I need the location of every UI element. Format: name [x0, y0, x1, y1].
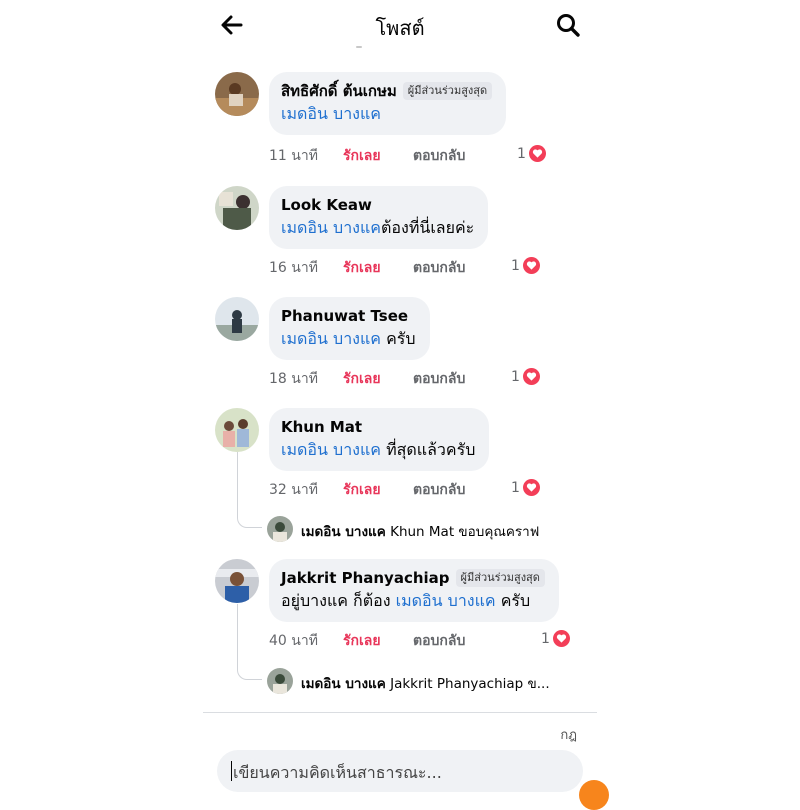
comment-bubble[interactable]: สิทธิศักดิ์ ต้นเกษม ผู้มีส่วนร่วมสูงสุด เ…	[269, 72, 507, 135]
like-button[interactable]: รักเลย	[343, 630, 413, 652]
like-button[interactable]: รักเลย	[343, 145, 413, 167]
reply-author[interactable]: เมดอิน บางแค	[301, 524, 386, 540]
comment-text: ที่สุดแล้วครับ	[381, 440, 476, 459]
comment-author[interactable]: Look Keaw	[281, 196, 372, 214]
reaction-count[interactable]: 1	[511, 479, 540, 496]
avatar[interactable]	[215, 297, 259, 341]
avatar	[267, 668, 293, 694]
comment-input[interactable]: เขียนความคิดเห็นสาธารณะ...	[217, 750, 583, 792]
avatar[interactable]	[215, 408, 259, 452]
rules-label[interactable]: กฎ	[560, 724, 577, 745]
page-title: โพสต์	[375, 16, 425, 40]
reaction-count[interactable]: 1	[517, 145, 546, 162]
reply-author[interactable]: เมดอิน บางแค	[301, 676, 386, 692]
reply-thread-line	[237, 604, 262, 680]
heart-icon	[522, 479, 540, 496]
top-fan-badge: ผู้มีส่วนร่วมสูงสุด	[455, 569, 545, 587]
comment-actions: 11 นาที รักเลย ตอบกลับ	[269, 145, 465, 167]
mention-link[interactable]: เมดอิน บางแค	[281, 104, 381, 123]
floating-action-icon[interactable]	[579, 780, 609, 810]
comment-time: 11 นาที	[269, 148, 318, 164]
avatar[interactable]	[215, 72, 259, 116]
reply-button[interactable]: ตอบกลับ	[413, 145, 465, 167]
heart-icon	[528, 145, 546, 162]
comment-text: ต้องที่นี่เลยค่ะ	[381, 218, 475, 237]
comment-bubble[interactable]: Look Keaw เมดอิน บางแคต้องที่นี่เลยค่ะ	[269, 186, 489, 249]
avatar	[267, 516, 293, 542]
reaction-count[interactable]: 1	[541, 630, 570, 647]
comment-time: 16 นาที	[269, 260, 318, 276]
mention-link[interactable]: เมดอิน บางแค	[281, 440, 381, 459]
reply-button[interactable]: ตอบกลับ	[413, 368, 465, 390]
reply-text: Khun Mat ขอบคุณคราฟ	[390, 524, 540, 540]
comment-author[interactable]: Khun Mat	[281, 418, 362, 436]
reply-button[interactable]: ตอบกลับ	[413, 479, 465, 501]
post-screen: โพสต์ สิทธิศักดิ์ ต้นเกษมผู้มีส่วนร่วมสู…	[203, 0, 609, 810]
reply-button[interactable]: ตอบกลับ	[413, 630, 465, 652]
comment-actions: 18 นาที รักเลย ตอบกลับ	[269, 368, 465, 390]
comment-text: ครับ	[381, 329, 416, 348]
top-bar: โพสต์	[203, 0, 597, 50]
comment-author[interactable]: Phanuwat Tsee	[281, 307, 408, 325]
heart-icon	[552, 630, 570, 647]
text-caret	[231, 761, 232, 781]
comment-author[interactable]: สิทธิศักดิ์ ต้นเกษม	[281, 82, 397, 100]
heart-icon	[522, 257, 540, 274]
comment-time: 40 นาที	[269, 633, 318, 649]
reply-button[interactable]: ตอบกลับ	[413, 257, 465, 279]
comment-time: 32 นาที	[269, 482, 318, 498]
mention-link[interactable]: เมดอิน บางแค	[281, 329, 381, 348]
comment-bubble[interactable]: Khun Mat เมดอิน บางแค ที่สุดแล้วครับ	[269, 408, 490, 471]
comment-actions: 32 นาที รักเลย ตอบกลับ	[269, 479, 465, 501]
avatar[interactable]	[215, 559, 259, 603]
avatar[interactable]	[215, 186, 259, 230]
scroll-indicator	[356, 46, 362, 48]
comment-author[interactable]: Jakkrit Phanyachiap	[281, 569, 450, 587]
mention-link[interactable]: เมดอิน บางแค	[281, 218, 381, 237]
comment-time: 18 นาที	[269, 371, 318, 387]
like-button[interactable]: รักเลย	[343, 368, 413, 390]
comment-bubble[interactable]: Phanuwat Tsee เมดอิน บางแค ครับ	[269, 297, 430, 360]
heart-icon	[522, 368, 540, 385]
comment-actions: 16 นาที รักเลย ตอบกลับ	[269, 257, 465, 279]
comment-bubble[interactable]: Jakkrit Phanyachiap ผู้มีส่วนร่วมสูงสุด อ…	[269, 559, 559, 622]
reaction-count[interactable]: 1	[511, 368, 540, 385]
comment-actions: 40 นาที รักเลย ตอบกลับ	[269, 630, 465, 652]
reaction-count[interactable]: 1	[511, 257, 540, 274]
composer-divider	[203, 712, 597, 713]
reply-text: Jakkrit Phanyachiap ข...	[390, 676, 550, 692]
search-icon[interactable]	[553, 10, 583, 40]
reply-thread-line	[237, 452, 262, 528]
like-button[interactable]: รักเลย	[343, 479, 413, 501]
mention-link[interactable]: เมดอิน บางแค	[396, 591, 496, 610]
like-button[interactable]: รักเลย	[343, 257, 413, 279]
top-fan-badge: ผู้มีส่วนร่วมสูงสุด	[402, 82, 493, 100]
comment-text: อยู่บางแค ก็ต้อง	[281, 591, 396, 610]
comment-input-placeholder: เขียนความคิดเห็นสาธารณะ...	[233, 763, 442, 782]
comment-text: ครับ	[495, 591, 531, 610]
